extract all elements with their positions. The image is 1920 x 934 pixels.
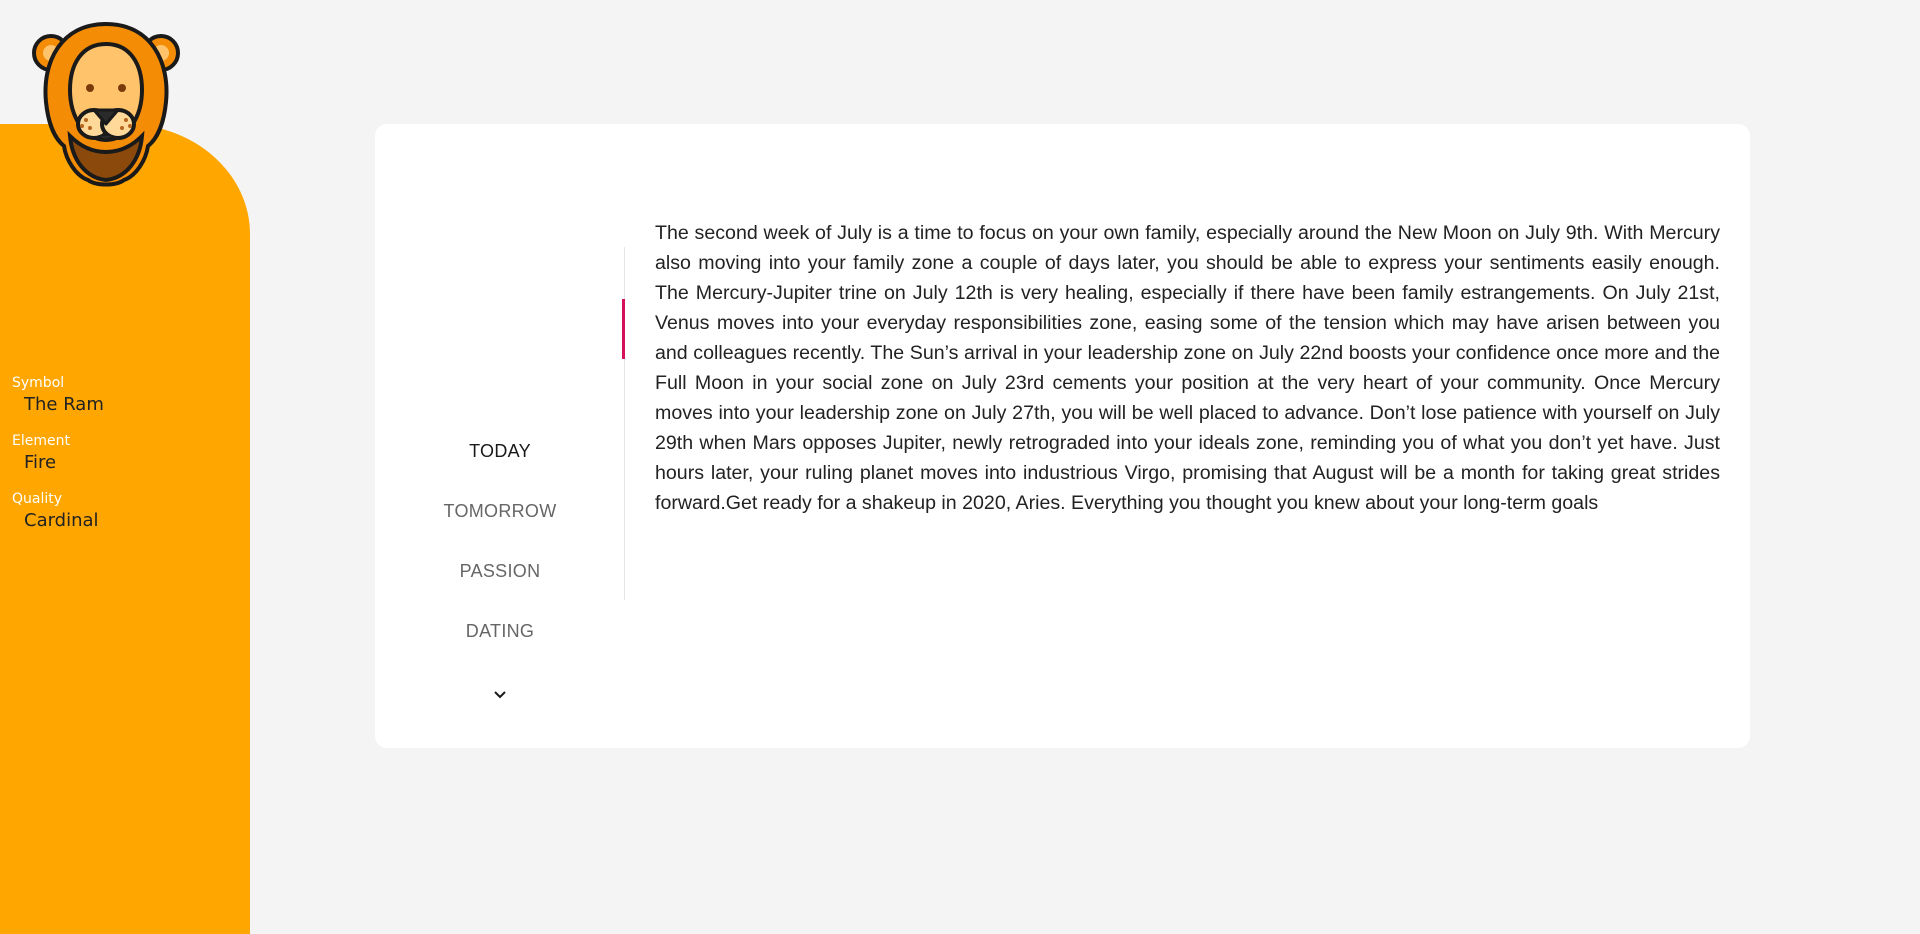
attribute-value: Cardinal <box>24 510 99 531</box>
chevron-down-icon <box>494 691 506 699</box>
tab-passion[interactable]: PASSION <box>375 561 625 582</box>
sidebar: Symbol The Ram Element Fire Quality Card… <box>0 124 250 934</box>
tab-dating[interactable]: DATING <box>375 621 625 642</box>
attribute-label: Quality <box>12 491 63 507</box>
sign-attributes: Symbol The Ram Element Fire Quality Card… <box>12 374 242 548</box>
horoscope-text: The second week of July is a time to foc… <box>655 222 1720 514</box>
horoscope-card: TODAY TOMORROW PASSION DATING The second… <box>375 124 1750 748</box>
attribute-value: Fire <box>24 452 57 473</box>
attribute-quality: Quality Cardinal <box>12 490 242 534</box>
tab-today[interactable]: TODAY <box>375 441 625 462</box>
attribute-label: Symbol <box>12 375 65 391</box>
attribute-element: Element Fire <box>12 432 242 476</box>
attribute-value: The Ram <box>24 394 104 415</box>
lion-icon <box>26 20 186 190</box>
tab-tomorrow[interactable]: TOMORROW <box>375 501 625 522</box>
attribute-label: Element <box>12 433 70 449</box>
active-tab-indicator <box>622 299 625 359</box>
more-tabs-button[interactable] <box>375 687 625 705</box>
attribute-symbol: Symbol The Ram <box>12 374 242 418</box>
